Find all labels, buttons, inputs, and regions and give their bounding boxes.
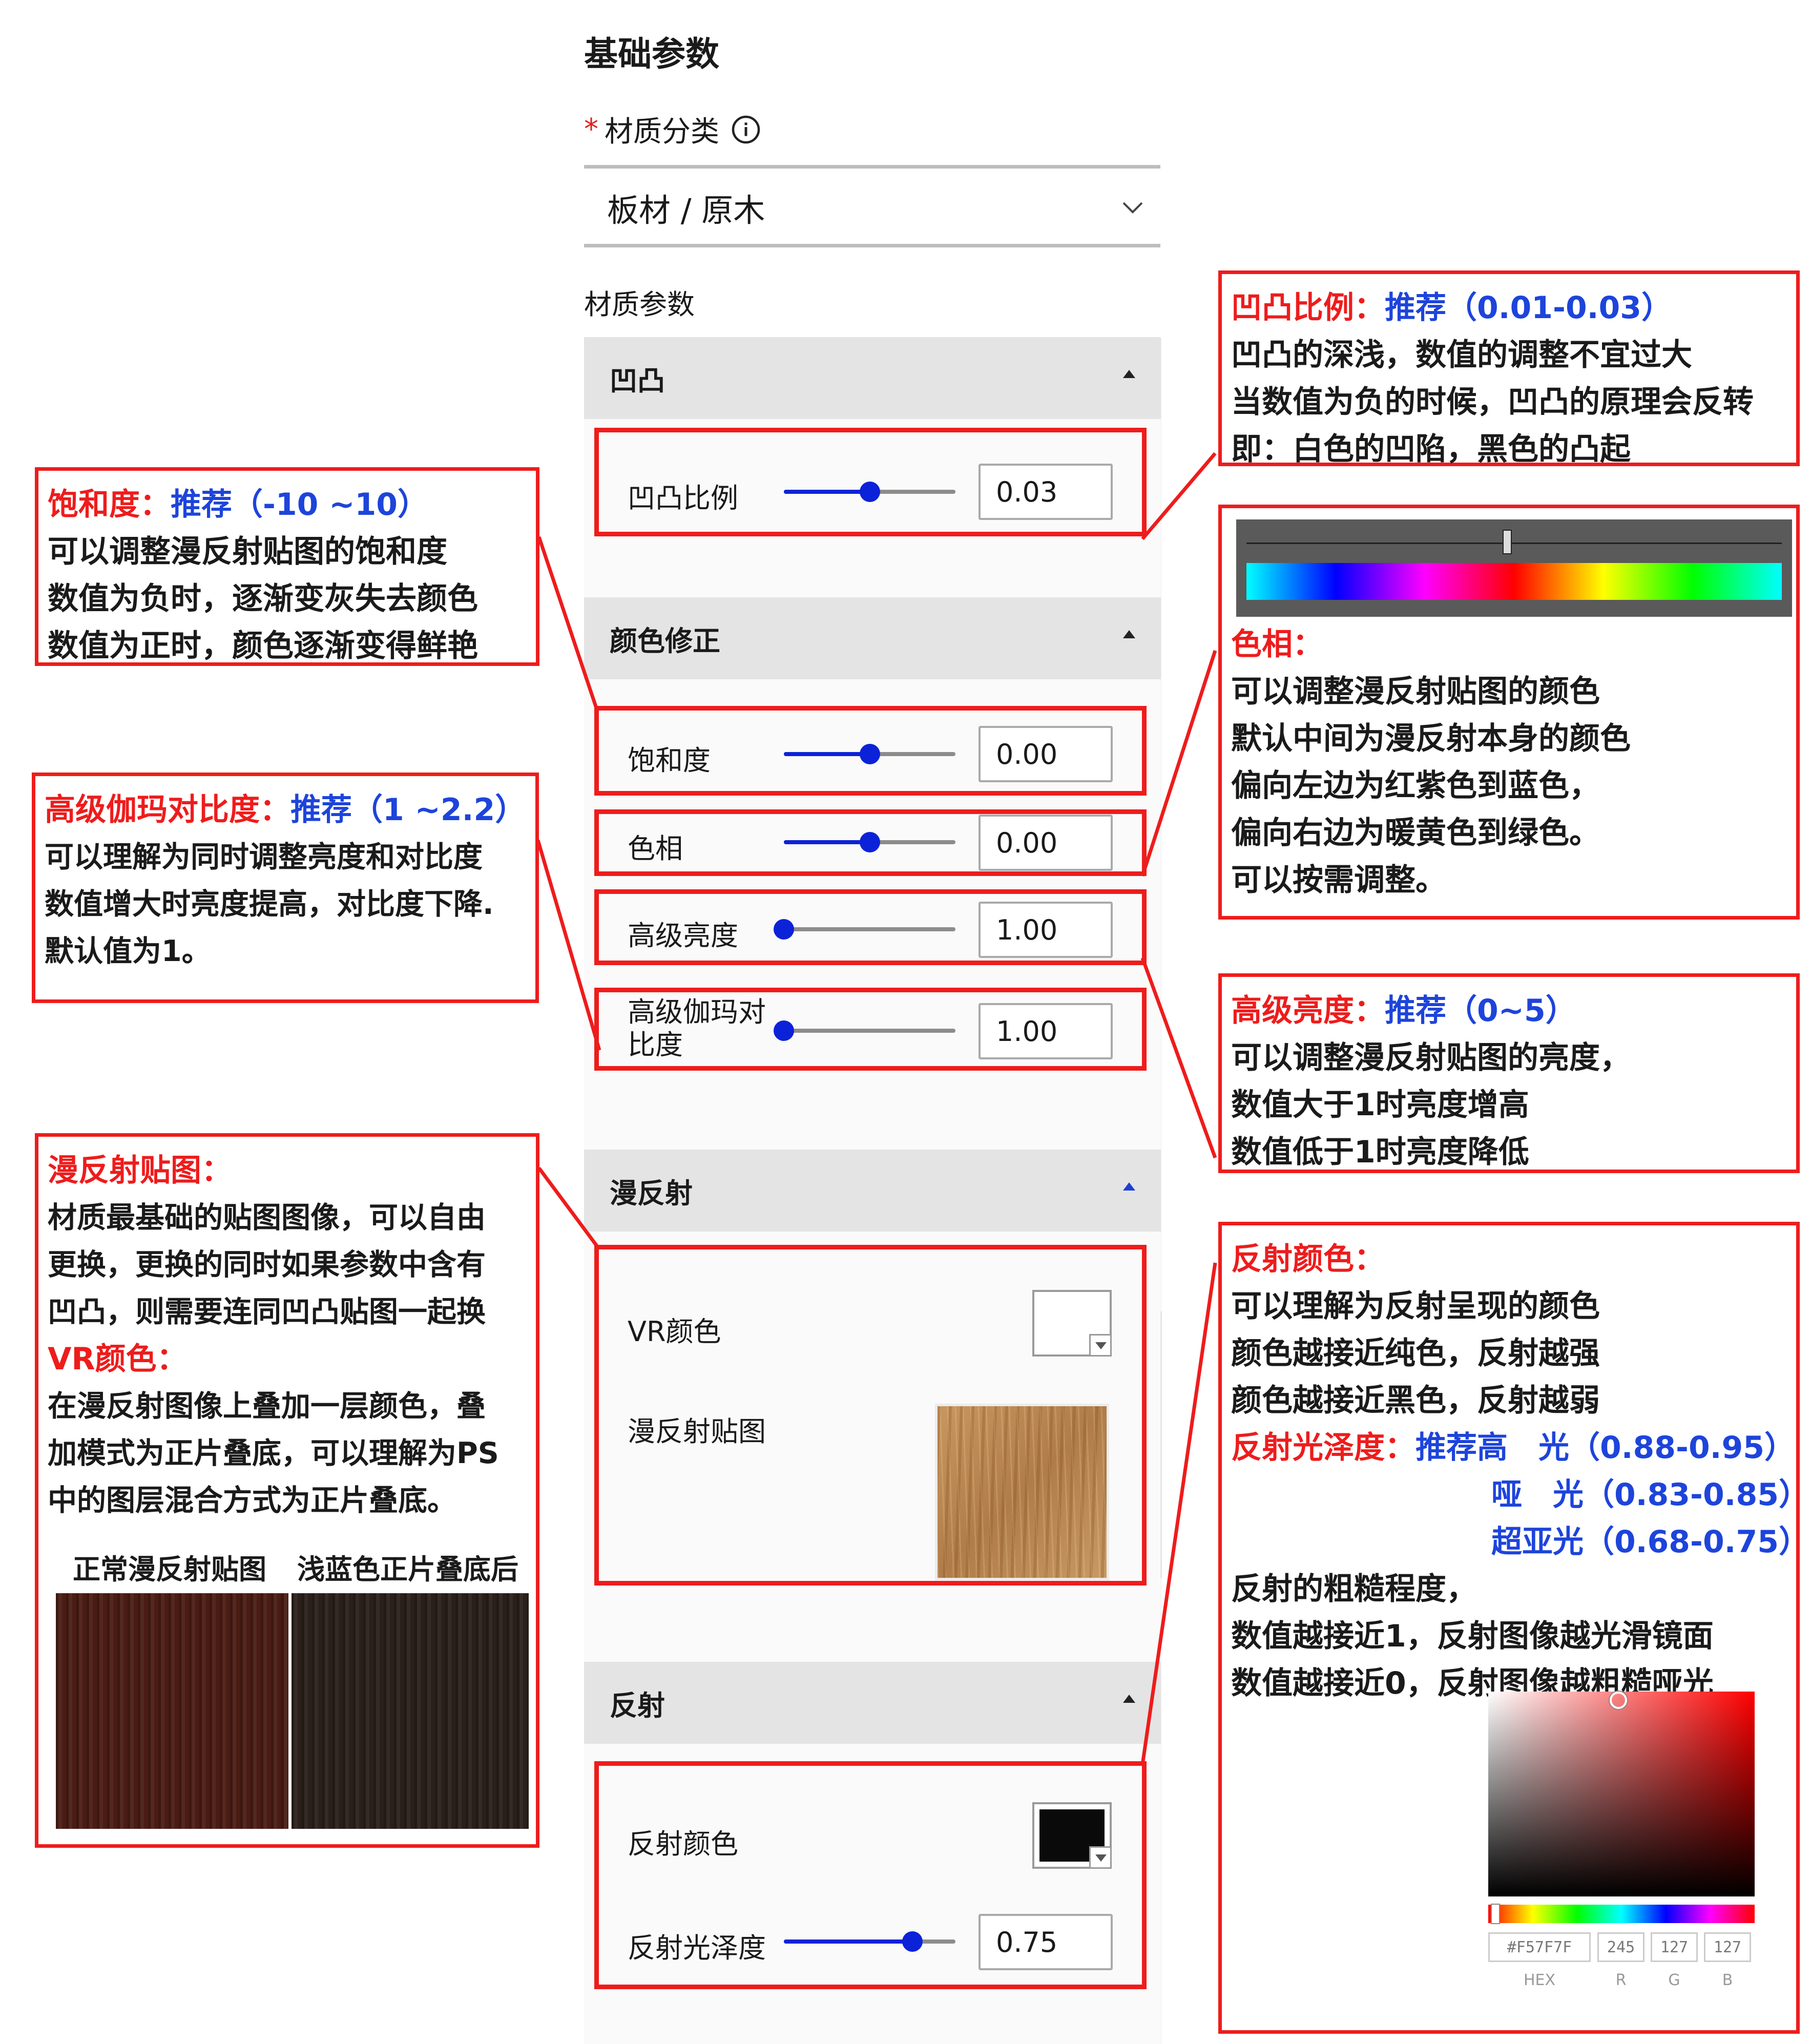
hue-thumb <box>1503 530 1512 554</box>
note-bump-head: 凹凸比例： <box>1231 290 1385 326</box>
b-input[interactable]: 127 <box>1704 1932 1751 1962</box>
note-brightness-rec: 推荐（0~5） <box>1385 993 1576 1029</box>
hex-input[interactable]: #F57F7F <box>1488 1932 1591 1962</box>
note-saturation: 饱和度：推荐（-10 ~10） 可以调整漫反射贴图的饱和度 数值为负时，逐渐变灰… <box>35 467 539 666</box>
hue-gradient-bar <box>1246 563 1782 600</box>
note-diffuse-line: 中的图层混合方式为正片叠底。 <box>48 1484 456 1517</box>
note-gamma-line: 默认值为1。 <box>45 934 211 968</box>
note-saturation-line: 数值为正时，颜色逐渐变得鲜艳 <box>48 628 478 664</box>
note-gamma-line: 数值增大时亮度提高，对比度下降. <box>45 887 494 921</box>
compare-label-multiply: 浅蓝色正片叠底后 <box>297 1553 518 1586</box>
note-brightness-line: 数值低于1时亮度降低 <box>1231 1134 1529 1170</box>
note-reflect-line: 数值越接近1，反射图像越光滑镜面 <box>1231 1618 1714 1654</box>
color-picker-hue-bar[interactable] <box>1488 1905 1755 1923</box>
b-label: B <box>1722 1971 1733 1989</box>
note-diffuse-line: 凹凸，则需要连同凹凸贴图一起换 <box>48 1295 486 1329</box>
note-reflect-head2: 反射光泽度： <box>1231 1430 1416 1466</box>
note-reflect-head: 反射颜色： <box>1231 1241 1385 1277</box>
note-reflect-line: 可以理解为反射呈现的颜色 <box>1231 1288 1600 1324</box>
note-vr-head: VR颜色： <box>48 1341 188 1377</box>
note-brightness-line: 可以调整漫反射贴图的亮度， <box>1231 1040 1631 1076</box>
note-hue-line: 默认中间为漫反射本身的颜色 <box>1231 721 1631 757</box>
note-diffuse-line: 在漫反射图像上叠加一层颜色，叠 <box>48 1389 486 1423</box>
diffuse-compare-labels: 正常漫反射贴图 浅蓝色正片叠底后 <box>48 1547 529 1587</box>
note-bump-line: 即：白色的凹陷，黑色的凸起 <box>1231 431 1631 467</box>
note-saturation-head: 饱和度： <box>48 487 171 523</box>
note-gamma-head: 高级伽玛对比度： <box>45 792 290 828</box>
diffuse-compare-images <box>48 1593 529 1829</box>
note-bump-line: 凹凸的深浅，数值的调整不宜过大 <box>1231 337 1692 373</box>
color-picker-handle[interactable] <box>1610 1692 1627 1709</box>
note-brightness-head: 高级亮度： <box>1231 993 1385 1029</box>
note-diffuse: 漫反射贴图： 材质最基础的贴图图像，可以自由 更换，更换的同时如果参数中含有 凹… <box>35 1133 539 1848</box>
color-picker-square[interactable] <box>1488 1692 1755 1896</box>
hex-label: HEX <box>1523 1971 1556 1989</box>
g-label: G <box>1668 1971 1680 1989</box>
note-reflect-rec: 超亚光（0.68-0.75） <box>1491 1524 1809 1560</box>
r-input[interactable]: 245 <box>1597 1932 1645 1962</box>
note-saturation-rec: 推荐（-10 ~10） <box>171 487 429 523</box>
compare-image-normal <box>56 1593 288 1829</box>
note-diffuse-line: 加模式为正片叠底，可以理解为PS <box>48 1436 499 1470</box>
r-label: R <box>1615 1971 1627 1989</box>
note-saturation-line: 数值为负时，逐渐变灰失去颜色 <box>48 581 478 617</box>
hue-slider-preview <box>1236 519 1792 617</box>
note-brightness: 高级亮度：推荐（0~5） 可以调整漫反射贴图的亮度， 数值大于1时亮度增高 数值… <box>1218 973 1800 1173</box>
hue-track <box>1246 529 1782 544</box>
note-diffuse-head: 漫反射贴图： <box>48 1153 232 1188</box>
note-reflect-rec: 哑 光（0.83-0.85） <box>1491 1477 1809 1513</box>
note-saturation-line: 可以调整漫反射贴图的饱和度 <box>48 534 447 570</box>
note-reflect-line: 反射的粗糙程度， <box>1231 1571 1477 1607</box>
compare-label-normal: 正常漫反射贴图 <box>73 1553 266 1586</box>
note-brightness-line: 数值大于1时亮度增高 <box>1231 1087 1529 1123</box>
note-gamma-rec: 推荐（1 ~2.2） <box>290 792 526 828</box>
g-input[interactable]: 127 <box>1651 1932 1698 1962</box>
note-gamma: 高级伽玛对比度：推荐（1 ~2.2） 可以理解为同时调整亮度和对比度 数值增大时… <box>32 773 539 1003</box>
note-bump-rec: 推荐（0.01-0.03） <box>1385 290 1672 326</box>
compare-image-multiply <box>291 1593 529 1829</box>
note-hue-head: 色相： <box>1231 627 1323 662</box>
note-hue: 色相： 可以调整漫反射贴图的颜色 默认中间为漫反射本身的颜色 偏向左边为红紫色到… <box>1218 505 1800 920</box>
note-reflect-rec: 推荐高 光（0.88-0.95） <box>1416 1430 1795 1466</box>
note-bump: 凹凸比例：推荐（0.01-0.03） 凹凸的深浅，数值的调整不宜过大 当数值为负… <box>1218 270 1800 467</box>
color-picker-hue-thumb[interactable] <box>1491 1904 1500 1924</box>
note-diffuse-line: 更换，更换的同时如果参数中含有 <box>48 1248 486 1282</box>
note-hue-line: 偏向右边为暖黄色到绿色。 <box>1231 815 1600 851</box>
note-reflect-line: 颜色越接近纯色，反射越强 <box>1231 1336 1600 1371</box>
note-reflect-line: 颜色越接近黑色，反射越弱 <box>1231 1383 1600 1419</box>
note-hue-line: 可以按需调整。 <box>1231 862 1446 898</box>
note-bump-line: 当数值为负的时候，凹凸的原理会反转 <box>1231 384 1754 420</box>
note-gamma-line: 可以理解为同时调整亮度和对比度 <box>45 840 483 874</box>
note-hue-line: 可以调整漫反射贴图的颜色 <box>1231 674 1600 710</box>
note-diffuse-line: 材质最基础的贴图图像，可以自由 <box>48 1201 486 1235</box>
note-hue-line: 偏向左边为红紫色到蓝色， <box>1231 768 1600 804</box>
